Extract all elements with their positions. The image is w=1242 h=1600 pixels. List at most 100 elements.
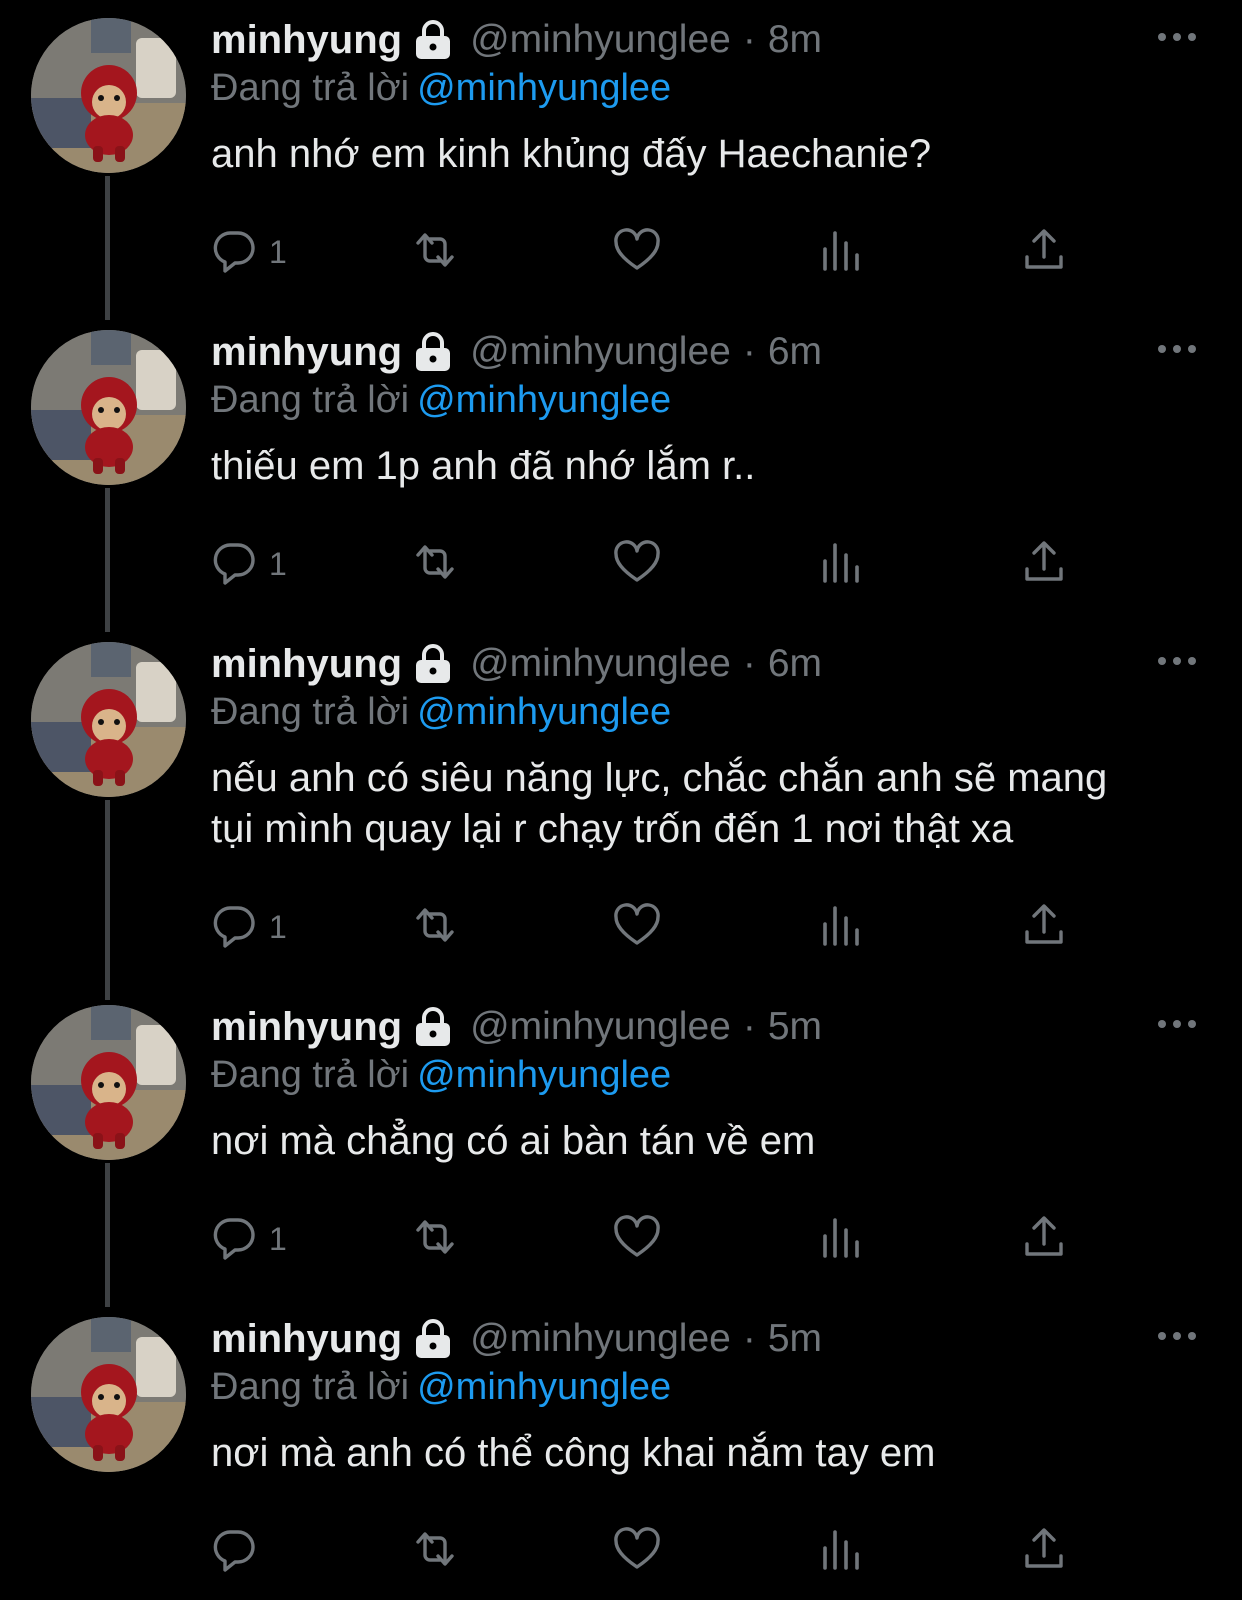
- replying-to: Đang trả lời @minhyunglee: [211, 1363, 1202, 1411]
- display-name[interactable]: minhyung: [211, 18, 402, 63]
- share-button[interactable]: [1019, 227, 1069, 277]
- more-options-icon[interactable]: [1152, 1321, 1202, 1351]
- tweet[interactable]: minhyung @minhyunglee · 5m Đang trả lời @…: [0, 987, 1242, 1299]
- tweet[interactable]: minhyung @minhyunglee · 5m Đang trả lời @…: [0, 1299, 1242, 1600]
- heart-icon: [612, 537, 662, 592]
- views-button[interactable]: [816, 1526, 866, 1576]
- retweet-icon: [410, 1524, 460, 1579]
- tweet[interactable]: minhyung @minhyunglee · 6m Đang trả lời @…: [0, 624, 1242, 987]
- share-icon: [1019, 537, 1069, 592]
- avatar[interactable]: [31, 642, 186, 797]
- retweet-button[interactable]: [410, 539, 460, 589]
- more-options-icon[interactable]: [1152, 334, 1202, 364]
- share-icon: [1019, 1212, 1069, 1267]
- reply-button[interactable]: 1: [209, 902, 287, 952]
- display-name[interactable]: minhyung: [211, 642, 402, 687]
- avatar[interactable]: [31, 330, 186, 485]
- lock-icon: [412, 331, 454, 373]
- views-icon: [816, 900, 866, 955]
- views-icon: [816, 1212, 866, 1267]
- separator-dot: ·: [742, 642, 756, 685]
- timestamp[interactable]: 6m: [768, 330, 822, 374]
- reply-icon: [209, 225, 259, 280]
- display-name[interactable]: minhyung: [211, 1317, 402, 1362]
- share-icon: [1019, 225, 1069, 280]
- avatar[interactable]: [31, 1317, 186, 1472]
- retweet-icon: [410, 537, 460, 592]
- tweet[interactable]: minhyung @minhyunglee · 6m Đang trả lời @…: [0, 312, 1242, 624]
- reply-button[interactable]: [209, 1526, 269, 1576]
- reply-button[interactable]: 1: [209, 1214, 287, 1264]
- tweet-actions: [209, 1526, 1109, 1576]
- replying-to: Đang trả lời @minhyunglee: [211, 1051, 1202, 1099]
- replying-to-handle[interactable]: @minhyunglee: [417, 1366, 671, 1408]
- views-button[interactable]: [816, 227, 866, 277]
- retweet-icon: [410, 225, 460, 280]
- username[interactable]: @minhyunglee: [470, 642, 731, 686]
- replying-to-handle[interactable]: @minhyunglee: [417, 691, 671, 733]
- retweet-icon: [410, 1212, 460, 1267]
- like-button[interactable]: [612, 902, 662, 952]
- share-button[interactable]: [1019, 539, 1069, 589]
- replying-to-handle[interactable]: @minhyunglee: [417, 379, 671, 421]
- more-options-icon[interactable]: [1152, 1009, 1202, 1039]
- tweet-header: minhyung @minhyunglee · 6m: [211, 328, 1202, 376]
- replying-to-label: Đang trả lời: [211, 691, 410, 733]
- lock-icon: [412, 1006, 454, 1048]
- timestamp[interactable]: 8m: [768, 18, 822, 62]
- replying-to-label: Đang trả lời: [211, 67, 410, 109]
- avatar[interactable]: [31, 1005, 186, 1160]
- retweet-button[interactable]: [410, 1526, 460, 1576]
- reply-button[interactable]: 1: [209, 539, 287, 589]
- reply-icon: [209, 537, 259, 592]
- username[interactable]: @minhyunglee: [470, 18, 731, 62]
- lock-icon: [412, 19, 454, 61]
- tweet-text: nơi mà anh có thể công khai nắm tay em: [211, 1431, 936, 1475]
- timestamp[interactable]: 5m: [768, 1317, 822, 1361]
- tweet-text: anh nhớ em kinh khủng đấy Haechanie?: [211, 132, 932, 176]
- avatar[interactable]: [31, 18, 186, 173]
- share-button[interactable]: [1019, 1526, 1069, 1576]
- replying-to-handle[interactable]: @minhyunglee: [417, 67, 671, 109]
- replying-to-label: Đang trả lời: [211, 1366, 410, 1408]
- tweet-text: nếu anh có siêu năng lực, chắc chắn anh …: [211, 756, 1108, 851]
- heart-icon: [612, 225, 662, 280]
- like-button[interactable]: [612, 227, 662, 277]
- views-button[interactable]: [816, 1214, 866, 1264]
- timestamp[interactable]: 5m: [768, 1005, 822, 1049]
- display-name[interactable]: minhyung: [211, 330, 402, 375]
- like-button[interactable]: [612, 539, 662, 589]
- tweet-header: minhyung @minhyunglee · 8m: [211, 16, 1202, 64]
- retweet-button[interactable]: [410, 227, 460, 277]
- retweet-icon: [410, 900, 460, 955]
- views-icon: [816, 537, 866, 592]
- separator-dot: ·: [742, 1317, 756, 1360]
- retweet-button[interactable]: [410, 1214, 460, 1264]
- replying-to-label: Đang trả lời: [211, 379, 410, 421]
- reply-button[interactable]: 1: [209, 227, 287, 277]
- separator-dot: ·: [742, 330, 756, 373]
- retweet-button[interactable]: [410, 902, 460, 952]
- share-button[interactable]: [1019, 902, 1069, 952]
- views-button[interactable]: [816, 539, 866, 589]
- tweet-header: minhyung @minhyunglee · 5m: [211, 1003, 1202, 1051]
- tweet[interactable]: minhyung @minhyunglee · 8m Đang trả lời @…: [0, 0, 1242, 312]
- username[interactable]: @minhyunglee: [470, 1317, 731, 1361]
- heart-icon: [612, 1212, 662, 1267]
- separator-dot: ·: [742, 1005, 756, 1048]
- more-options-icon[interactable]: [1152, 646, 1202, 676]
- tweet-thread: minhyung @minhyunglee · 8m Đang trả lời @…: [0, 0, 1242, 1600]
- views-button[interactable]: [816, 902, 866, 952]
- share-button[interactable]: [1019, 1214, 1069, 1264]
- views-icon: [816, 225, 866, 280]
- more-options-icon[interactable]: [1152, 22, 1202, 52]
- like-button[interactable]: [612, 1214, 662, 1264]
- reply-count: 1: [269, 908, 287, 945]
- like-button[interactable]: [612, 1526, 662, 1576]
- timestamp[interactable]: 6m: [768, 642, 822, 686]
- replying-to-handle[interactable]: @minhyunglee: [417, 1054, 671, 1096]
- username[interactable]: @minhyunglee: [470, 330, 731, 374]
- username[interactable]: @minhyunglee: [470, 1005, 731, 1049]
- share-icon: [1019, 1524, 1069, 1579]
- display-name[interactable]: minhyung: [211, 1005, 402, 1050]
